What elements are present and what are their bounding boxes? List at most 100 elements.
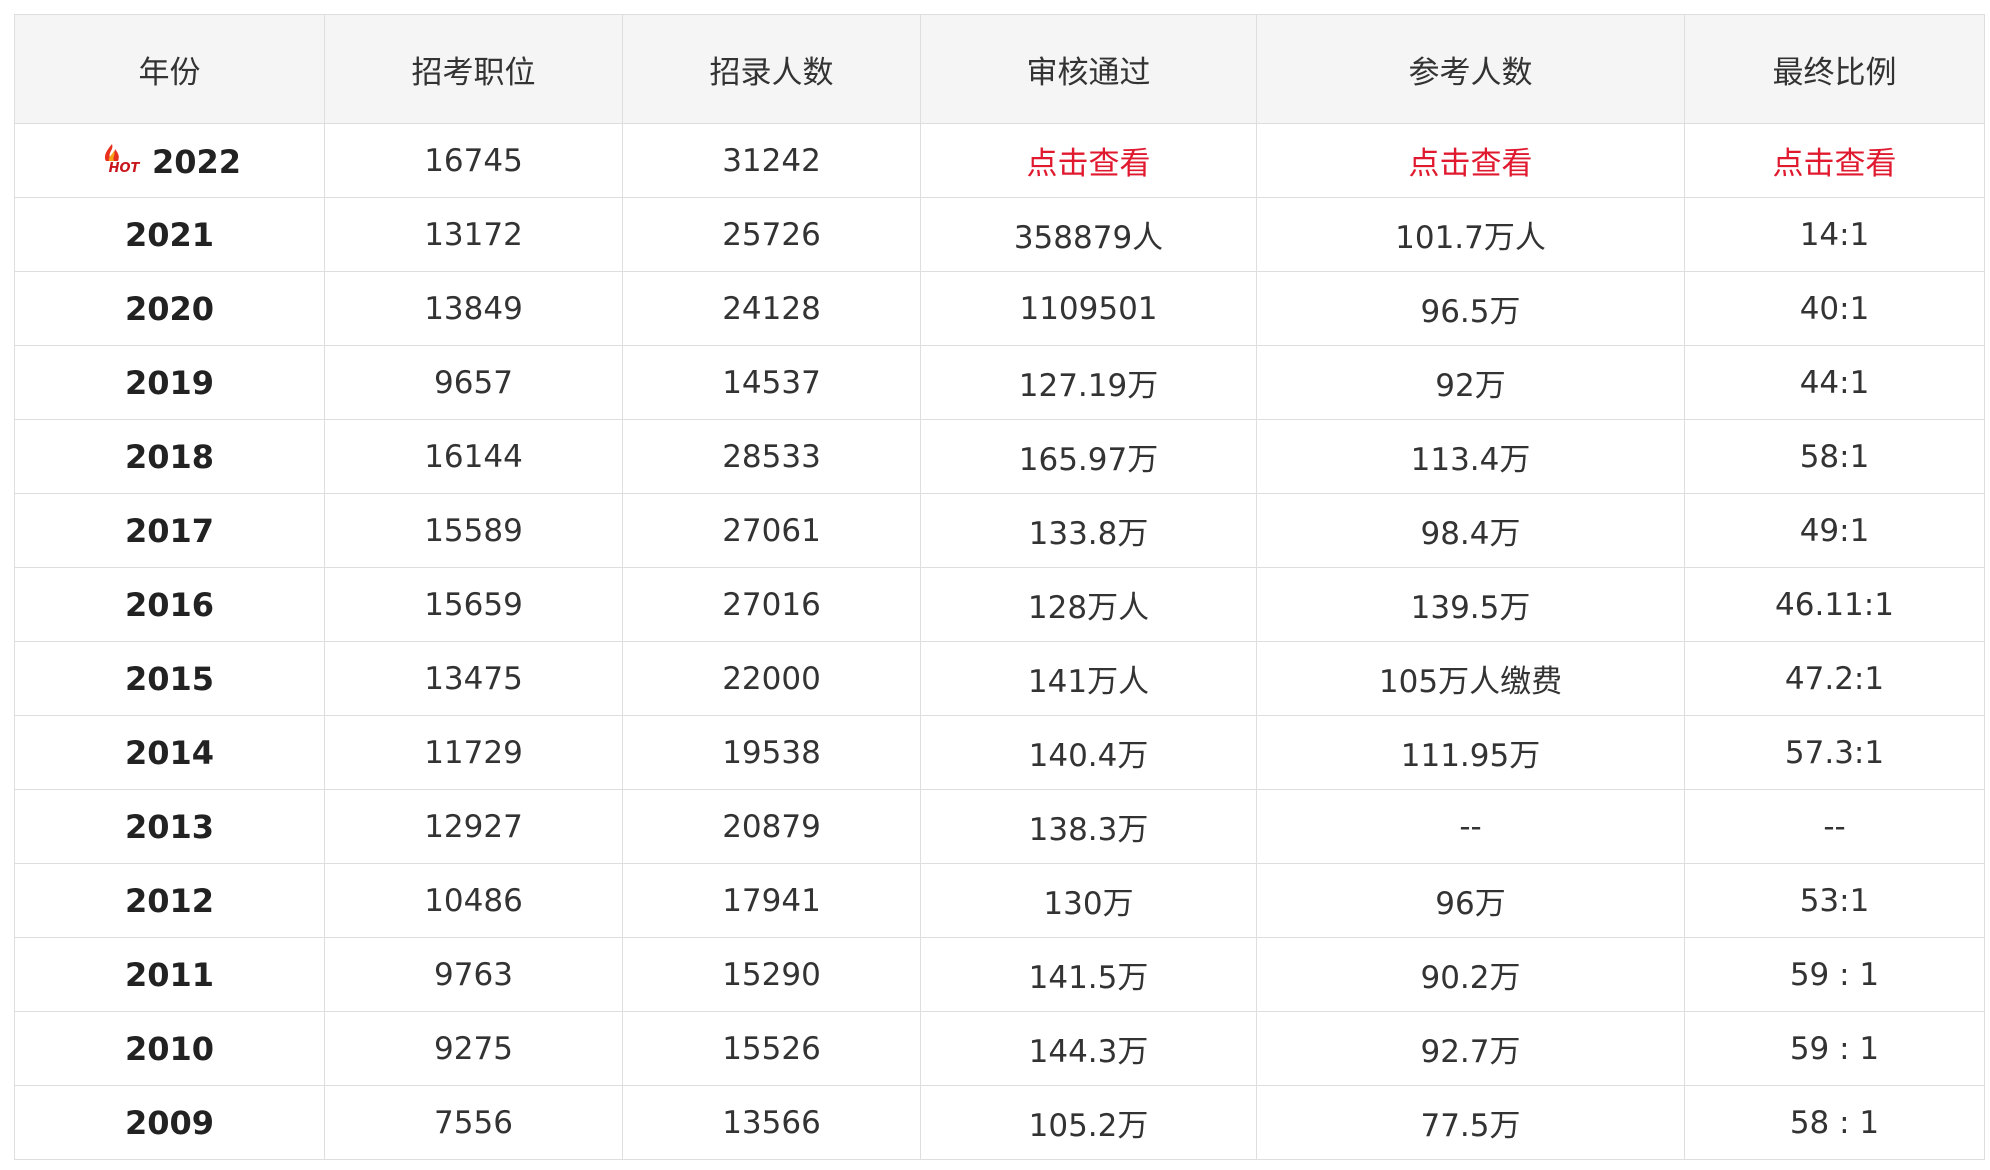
cell-final-ratio: 49:1 xyxy=(1684,493,1985,568)
cell-positions: 16745 xyxy=(324,123,623,198)
cell-examinees: 92万 xyxy=(1256,345,1685,420)
header-approved: 审核通过 xyxy=(920,14,1257,124)
table-row: 2011 9763 15290 141.5万 90.2万 59 : 1 xyxy=(14,937,1985,1012)
table-row: 2010 9275 15526 144.3万 92.7万 59 : 1 xyxy=(14,1011,1985,1086)
table-row: 2017 15589 27061 133.8万 98.4万 49:1 xyxy=(14,493,1985,568)
cell-year: 2016 xyxy=(14,567,325,642)
cell-positions: 10486 xyxy=(324,863,623,938)
cell-approved: 105.2万 xyxy=(920,1085,1257,1160)
cell-examinees: 77.5万 xyxy=(1256,1085,1685,1160)
cell-approved: 141万人 xyxy=(920,641,1257,716)
header-examinees: 参考人数 xyxy=(1256,14,1685,124)
cell-approved: 165.97万 xyxy=(920,419,1257,494)
cell-approved: 140.4万 xyxy=(920,715,1257,790)
cell-year: 2014 xyxy=(14,715,325,790)
cell-year: 2021 xyxy=(14,197,325,272)
cell-final-ratio: 40:1 xyxy=(1684,271,1985,346)
year-label: 2022 xyxy=(151,142,242,181)
cell-year: 2018 xyxy=(14,419,325,494)
cell-year: 2012 xyxy=(14,863,325,938)
cell-year: 2019 xyxy=(14,345,325,420)
cell-recruits: 28533 xyxy=(622,419,921,494)
cell-approved: 138.3万 xyxy=(920,789,1257,864)
cell-examinees: 92.7万 xyxy=(1256,1011,1685,1086)
cell-final-ratio: 58 : 1 xyxy=(1684,1085,1985,1160)
cell-final-ratio: 59 : 1 xyxy=(1684,1011,1985,1086)
cell-examinees: 101.7万人 xyxy=(1256,197,1685,272)
view-ratio-link[interactable]: 点击查看 xyxy=(1684,123,1985,198)
cell-final-ratio: 46.11:1 xyxy=(1684,567,1985,642)
cell-year: 2015 xyxy=(14,641,325,716)
cell-final-ratio: 44:1 xyxy=(1684,345,1985,420)
table-row: HOT 2022 16745 31242 点击查看 点击查看 点击查看 xyxy=(14,123,1985,198)
cell-examinees: 96万 xyxy=(1256,863,1685,938)
cell-final-ratio: 53:1 xyxy=(1684,863,1985,938)
cell-recruits: 14537 xyxy=(622,345,921,420)
cell-recruits: 24128 xyxy=(622,271,921,346)
view-examinees-link[interactable]: 点击查看 xyxy=(1256,123,1685,198)
cell-recruits: 20879 xyxy=(622,789,921,864)
cell-recruits: 15526 xyxy=(622,1011,921,1086)
cell-recruits: 27016 xyxy=(622,567,921,642)
cell-final-ratio: 58:1 xyxy=(1684,419,1985,494)
cell-recruits: 27061 xyxy=(622,493,921,568)
table-row: 2014 11729 19538 140.4万 111.95万 57.3:1 xyxy=(14,715,1985,790)
cell-approved: 358879人 xyxy=(920,197,1257,272)
cell-final-ratio: 14:1 xyxy=(1684,197,1985,272)
cell-recruits: 31242 xyxy=(622,123,921,198)
cell-year: 2017 xyxy=(14,493,325,568)
cell-positions: 13172 xyxy=(324,197,623,272)
table-body: HOT 2022 16745 31242 点击查看 点击查看 点击查看 2021… xyxy=(14,123,1985,1160)
table-row: 2020 13849 24128 1109501 96.5万 40:1 xyxy=(14,271,1985,346)
hot-flame-icon: HOT xyxy=(98,142,150,176)
cell-final-ratio: 47.2:1 xyxy=(1684,641,1985,716)
cell-recruits: 15290 xyxy=(622,937,921,1012)
header-year: 年份 xyxy=(14,14,325,124)
svg-text:HOT: HOT xyxy=(109,161,141,176)
cell-examinees: 139.5万 xyxy=(1256,567,1685,642)
cell-approved: 130万 xyxy=(920,863,1257,938)
cell-approved: 127.19万 xyxy=(920,345,1257,420)
cell-positions: 16144 xyxy=(324,419,623,494)
cell-recruits: 17941 xyxy=(622,863,921,938)
cell-positions: 9763 xyxy=(324,937,623,1012)
header-positions: 招考职位 xyxy=(324,14,623,124)
cell-approved: 141.5万 xyxy=(920,937,1257,1012)
cell-year: 2009 xyxy=(14,1085,325,1160)
cell-examinees: 113.4万 xyxy=(1256,419,1685,494)
view-approved-link[interactable]: 点击查看 xyxy=(920,123,1257,198)
cell-positions: 12927 xyxy=(324,789,623,864)
cell-positions: 13849 xyxy=(324,271,623,346)
cell-examinees: 96.5万 xyxy=(1256,271,1685,346)
cell-year: 2020 xyxy=(14,271,325,346)
exam-stats-table-wrapper: 年份 招考职位 招录人数 审核通过 参考人数 最终比例 HOT 2022 167… xyxy=(14,14,1985,1160)
cell-examinees: 105万人缴费 xyxy=(1256,641,1685,716)
cell-recruits: 13566 xyxy=(622,1085,921,1160)
cell-year: 2010 xyxy=(14,1011,325,1086)
table-row: 2021 13172 25726 358879人 101.7万人 14:1 xyxy=(14,197,1985,272)
table-row: 2016 15659 27016 128万人 139.5万 46.11:1 xyxy=(14,567,1985,642)
cell-approved: 133.8万 xyxy=(920,493,1257,568)
table-row: 2012 10486 17941 130万 96万 53:1 xyxy=(14,863,1985,938)
cell-positions: 11729 xyxy=(324,715,623,790)
cell-final-ratio: 59 : 1 xyxy=(1684,937,1985,1012)
cell-positions: 9657 xyxy=(324,345,623,420)
table-row: 2013 12927 20879 138.3万 -- -- xyxy=(14,789,1985,864)
cell-final-ratio: -- xyxy=(1684,789,1985,864)
cell-approved: 128万人 xyxy=(920,567,1257,642)
cell-positions: 13475 xyxy=(324,641,623,716)
table-row: 2019 9657 14537 127.19万 92万 44:1 xyxy=(14,345,1985,420)
cell-recruits: 19538 xyxy=(622,715,921,790)
cell-positions: 7556 xyxy=(324,1085,623,1160)
cell-recruits: 22000 xyxy=(622,641,921,716)
cell-examinees: -- xyxy=(1256,789,1685,864)
table-row: 2018 16144 28533 165.97万 113.4万 58:1 xyxy=(14,419,1985,494)
cell-positions: 15589 xyxy=(324,493,623,568)
table-row: 2009 7556 13566 105.2万 77.5万 58 : 1 xyxy=(14,1085,1985,1160)
cell-positions: 15659 xyxy=(324,567,623,642)
header-final-ratio: 最终比例 xyxy=(1684,14,1985,124)
cell-final-ratio: 57.3:1 xyxy=(1684,715,1985,790)
header-row: 年份 招考职位 招录人数 审核通过 参考人数 最终比例 xyxy=(14,14,1985,124)
cell-recruits: 25726 xyxy=(622,197,921,272)
cell-positions: 9275 xyxy=(324,1011,623,1086)
